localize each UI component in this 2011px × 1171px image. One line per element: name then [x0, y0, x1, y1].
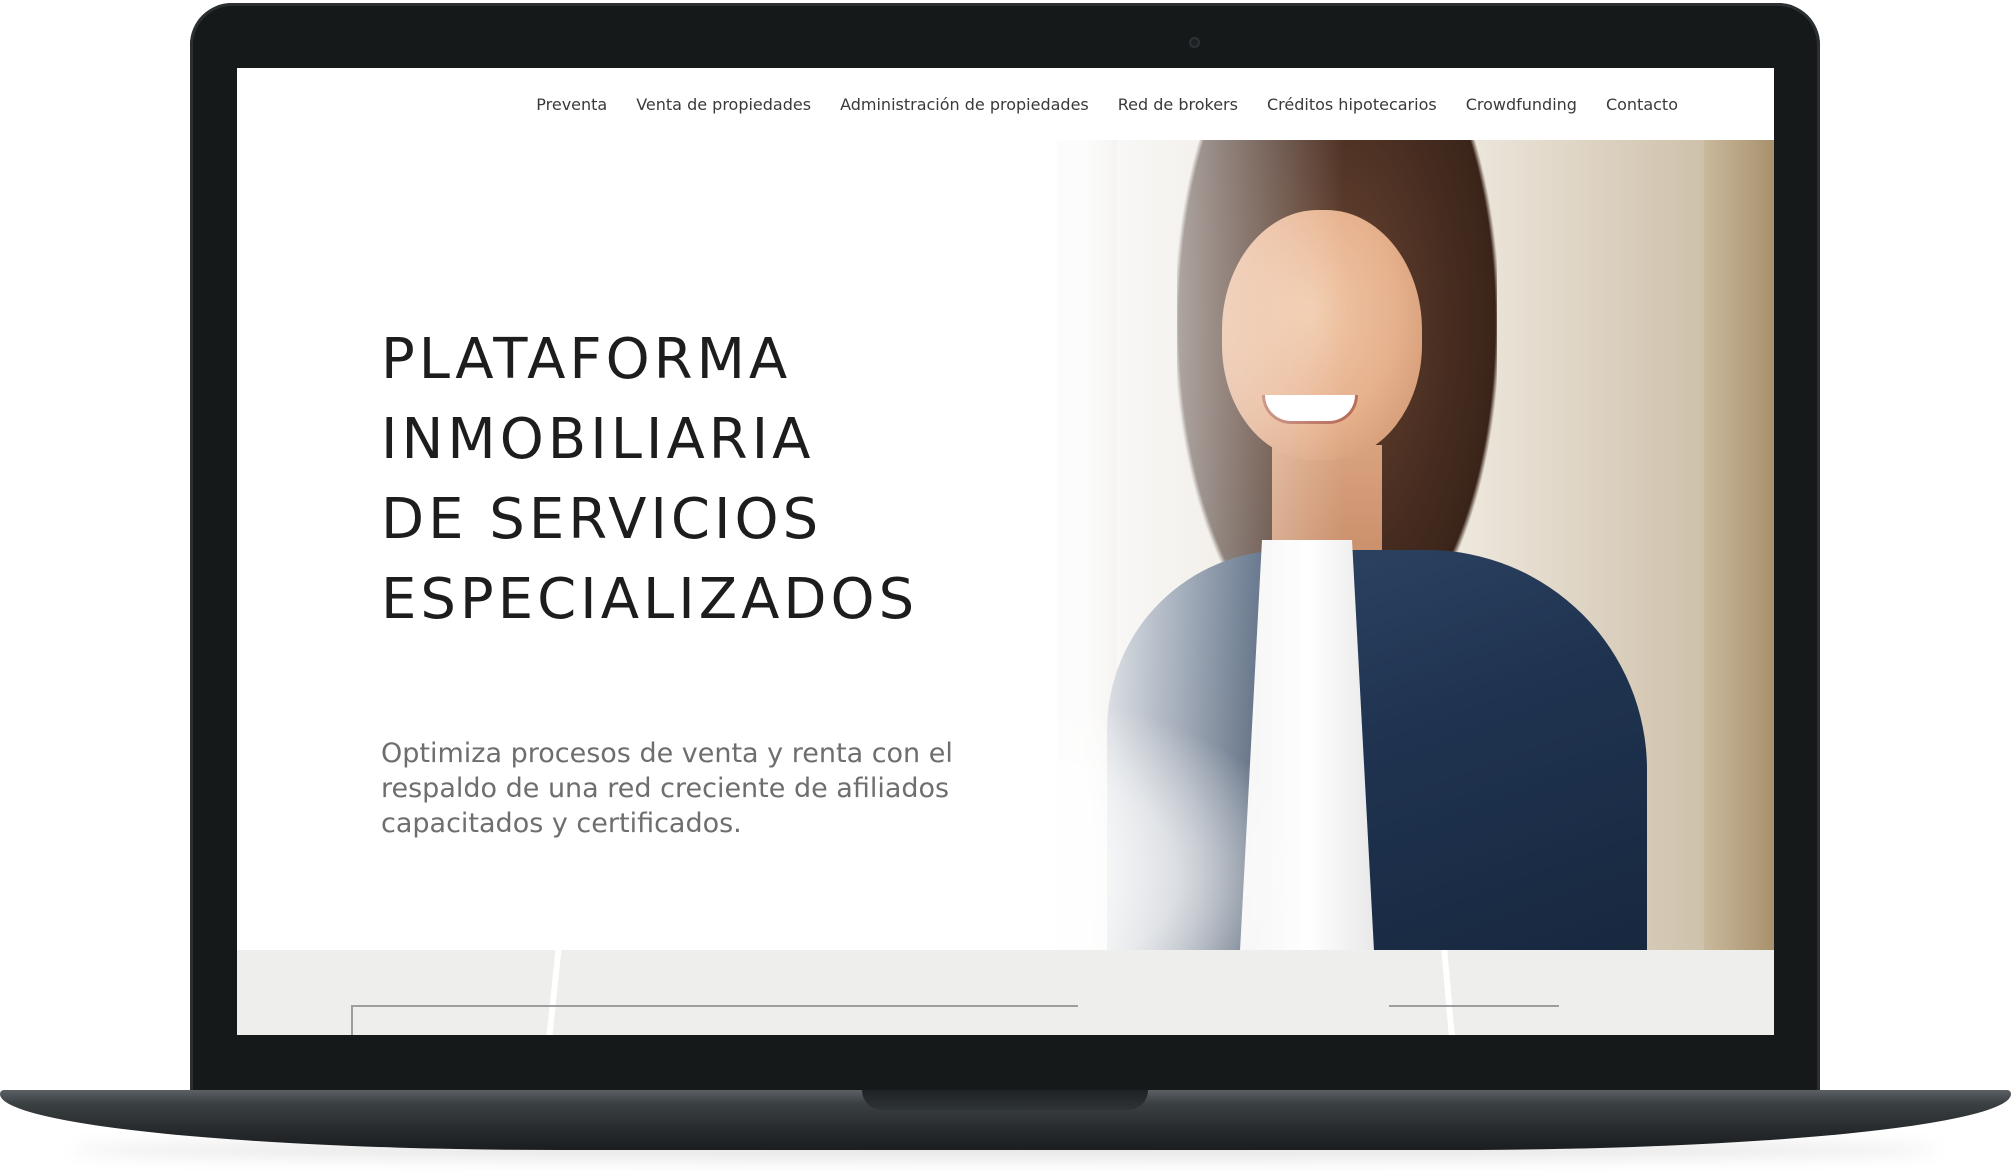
nav-item-contacto[interactable]: Contacto: [1606, 95, 1678, 114]
card-border-left: [351, 1005, 353, 1035]
top-navigation: Preventa Venta de propiedades Administra…: [237, 68, 1774, 140]
decorative-curve-left: [546, 950, 562, 1035]
headline-line-1: PLATAFORMA: [381, 327, 792, 392]
decorative-curve-right: [1441, 950, 1455, 1035]
nav-item-venta-de-propiedades[interactable]: Venta de propiedades: [636, 95, 811, 114]
nav-item-creditos-hipotecarios[interactable]: Créditos hipotecarios: [1267, 95, 1437, 114]
headline-line-4: ESPECIALIZADOS: [381, 567, 919, 632]
nav-item-crowdfunding[interactable]: Crowdfunding: [1466, 95, 1577, 114]
hero-headline: PLATAFORMA INMOBILIARIA DE SERVICIOS ESP…: [381, 320, 918, 640]
website-screen: Preventa Venta de propiedades Administra…: [237, 68, 1774, 1035]
hero-section: PLATAFORMA INMOBILIARIA DE SERVICIOS ESP…: [237, 140, 1774, 950]
headline-line-2: INMOBILIARIA: [381, 407, 815, 472]
headline-line-3: DE SERVICIOS: [381, 487, 823, 552]
card-border-top: [351, 1005, 1078, 1007]
decorative-line: [1389, 1005, 1559, 1007]
laptop-notch: [862, 1090, 1148, 1110]
nav-item-administracion-de-propiedades[interactable]: Administración de propiedades: [840, 95, 1089, 114]
nav-item-preventa[interactable]: Preventa: [536, 95, 607, 114]
nav-item-red-de-brokers[interactable]: Red de brokers: [1118, 95, 1238, 114]
camera-icon: [1189, 37, 1200, 48]
hero-subtitle: Optimiza procesos de venta y renta con e…: [381, 738, 953, 839]
laptop-mockup: Preventa Venta de propiedades Administra…: [0, 0, 2011, 1171]
next-section-preview: [237, 950, 1774, 1035]
